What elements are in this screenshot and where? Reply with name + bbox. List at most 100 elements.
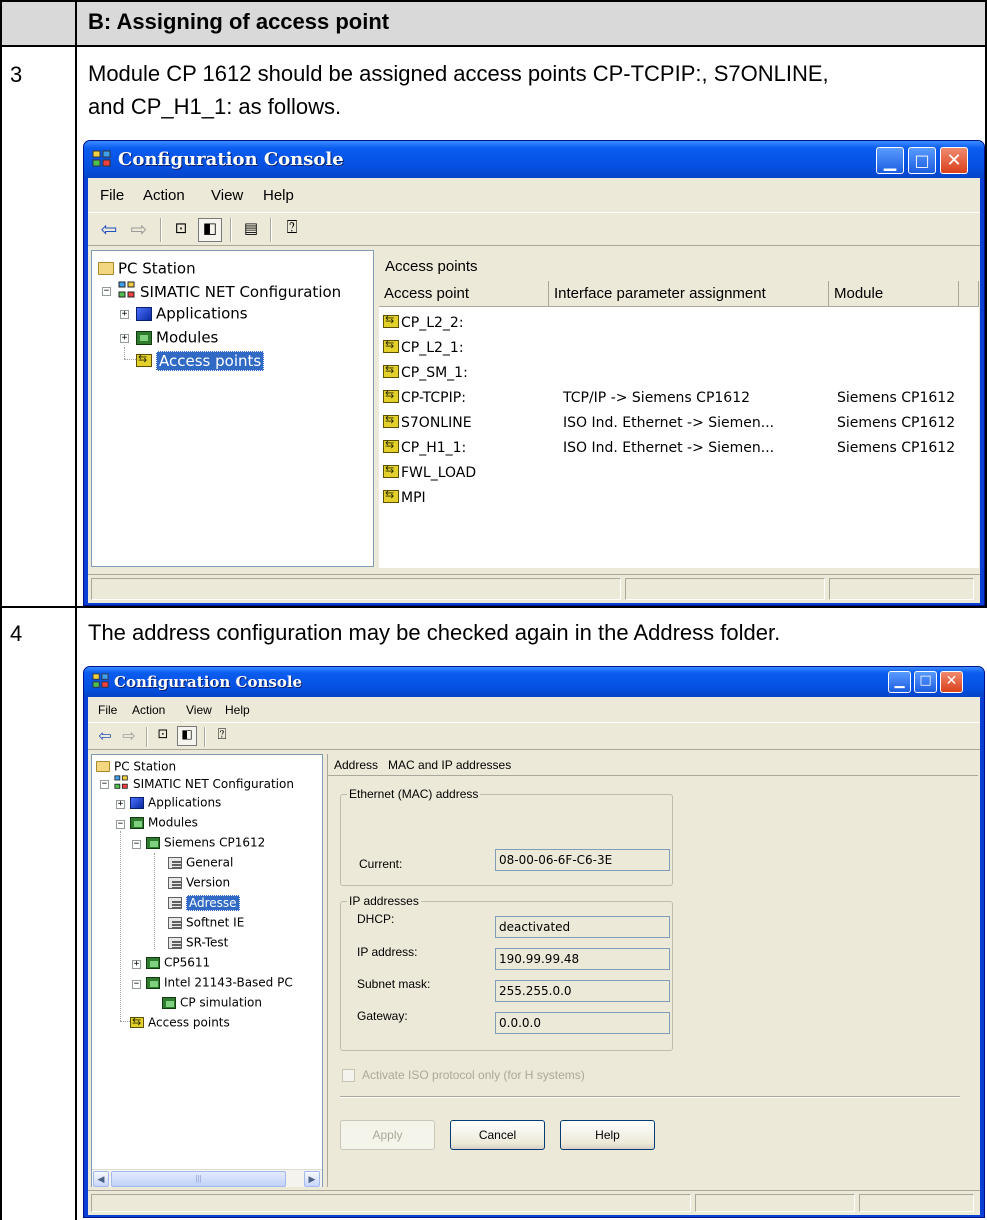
menu-action[interactable]: Action (132, 703, 165, 717)
menu-bar: File Action View Help (88, 178, 980, 210)
access-point-name: CP_SM_1: (401, 365, 468, 381)
subnet-mask-label: Subnet mask: (357, 977, 431, 991)
show-tree-icon[interactable]: ◧ (177, 726, 197, 746)
property-page-icon (168, 896, 182, 909)
dhcp-field[interactable]: deactivated (495, 916, 670, 938)
tree-item-adresse[interactable]: Adresse (168, 894, 240, 911)
column-header-access-point[interactable]: Access point (379, 281, 549, 307)
iso-protocol-checkbox[interactable] (342, 1069, 355, 1082)
close-button[interactable]: ✕ (940, 147, 968, 174)
tree-item-softnet-ie[interactable]: Softnet IE (168, 915, 244, 930)
tree-label: Access points (156, 350, 265, 371)
table-row[interactable]: CP_L2_2: (383, 313, 973, 335)
forward-arrow-icon[interactable]: ⇨ (128, 217, 150, 241)
back-arrow-icon[interactable]: ⇦ (98, 217, 120, 241)
help-button[interactable]: Help (560, 1120, 655, 1150)
help-icon[interactable]: ⍰ (212, 725, 232, 745)
tree-item-simatic-net-configuration[interactable]: SIMATIC NET Configuration (114, 775, 294, 793)
collapse-toggle[interactable]: − (132, 980, 141, 989)
access-point-name: MPI (401, 490, 426, 506)
tree-item-applications[interactable]: Applications (136, 304, 248, 323)
subnet-mask-field[interactable]: 255.255.0.0 (495, 980, 670, 1002)
tree-item-applications[interactable]: Applications (130, 795, 221, 810)
window-client: File Action View Help ⇦ ⇨ ⊡ ◧ ⍰ PC Stati… (88, 697, 980, 1215)
scroll-left-icon[interactable]: ◀ (93, 1171, 109, 1187)
minimize-button[interactable]: ▁ (888, 671, 911, 693)
export-list-icon[interactable]: ▤ (240, 219, 262, 241)
tree-item-cp5611[interactable]: CP5611 (146, 955, 210, 970)
scrollbar-thumb[interactable]: ||| (111, 1171, 286, 1187)
help-icon[interactable]: ⍰ (280, 217, 304, 241)
tree-item-siemens-cp1612[interactable]: Siemens CP1612 (146, 835, 265, 850)
status-cell (91, 1194, 691, 1212)
forward-arrow-icon[interactable]: ⇨ (120, 726, 138, 745)
close-button[interactable]: ✕ (940, 671, 963, 693)
table-row[interactable]: MPI (383, 488, 973, 510)
column-header-module[interactable]: Module (829, 281, 959, 307)
ip-addresses-group: IP addresses DHCP: deactivated IP addres… (340, 894, 673, 1051)
up-folder-icon[interactable]: ⊡ (154, 727, 172, 745)
maximize-button[interactable]: □ (908, 147, 936, 174)
tree-item-access-points[interactable]: Access points (136, 350, 265, 371)
title-bar[interactable]: Configuration Console ▁ □ ✕ (84, 141, 984, 178)
up-folder-icon[interactable]: ⊡ (170, 219, 192, 241)
tree-item-modules[interactable]: Modules (136, 328, 218, 347)
table-row[interactable]: FWL_LOAD (383, 463, 973, 485)
ip-address-field[interactable]: 190.99.99.48 (495, 948, 670, 970)
tree-label: Applications (148, 795, 222, 810)
group-title: IP addresses (347, 894, 421, 908)
tree-item-version[interactable]: Version (168, 875, 230, 890)
gateway-field[interactable]: 0.0.0.0 (495, 1012, 670, 1034)
tree-item-pc-station[interactable]: PC Station (98, 259, 196, 278)
tree-item-cp-simulation[interactable]: CP simulation (162, 995, 262, 1010)
module-icon (146, 976, 160, 989)
table-row[interactable]: CP_H1_1: ISO Ind. Ethernet -> Siemen... Si… (383, 438, 973, 460)
tree-connector (154, 853, 155, 949)
menu-view[interactable]: View (186, 703, 212, 717)
title-bar[interactable]: Configuration Console ▁ □ ✕ (84, 667, 984, 697)
menu-view[interactable]: View (211, 187, 243, 204)
maximize-button[interactable]: □ (914, 671, 937, 693)
table-row[interactable]: S7ONLINE ISO Ind. Ethernet -> Siemen... Si… (383, 413, 973, 435)
group-title: Ethernet (MAC) address (347, 787, 481, 801)
table-row[interactable]: CP_L2_1: (383, 338, 973, 360)
collapse-toggle[interactable]: − (116, 820, 125, 829)
expand-toggle[interactable]: + (120, 334, 129, 343)
applications-icon (130, 796, 144, 809)
tree-item-pc-station[interactable]: PC Station (96, 759, 176, 774)
tree-item-modules[interactable]: Modules (130, 815, 198, 830)
expand-toggle[interactable]: + (120, 310, 129, 319)
horizontal-scrollbar[interactable]: ◀ ||| ▶ (92, 1169, 322, 1187)
tree-item-intel-21143[interactable]: Intel 21143-Based PC (146, 975, 293, 990)
apply-button[interactable]: Apply (340, 1120, 435, 1150)
menu-help[interactable]: Help (263, 187, 294, 204)
configuration-console-window: Configuration Console ▁ □ ✕ File Action … (83, 140, 985, 606)
tree-item-simatic-net-configuration[interactable]: SIMATIC NET Configuration (118, 281, 341, 303)
collapse-toggle[interactable]: − (100, 780, 109, 789)
menu-file[interactable]: File (100, 187, 124, 204)
table-row[interactable]: CP-TCPIP: TCP/IP -> Siemens CP1612 Siemens… (383, 388, 973, 410)
access-point-icon (383, 463, 399, 478)
grid-line (0, 45, 987, 47)
access-point-icon (383, 413, 399, 428)
expand-toggle[interactable]: + (116, 800, 125, 809)
collapse-toggle[interactable]: − (102, 287, 111, 296)
back-arrow-icon[interactable]: ⇦ (96, 726, 114, 745)
tree-item-sr-test[interactable]: SR-Test (168, 935, 228, 950)
mac-current-field[interactable]: 08-00-06-6F-C6-3E (495, 849, 670, 871)
access-point-icon (130, 1015, 144, 1028)
show-tree-icon[interactable]: ◧ (198, 218, 222, 242)
minimize-button[interactable]: ▁ (876, 147, 904, 174)
tree-item-general[interactable]: General (168, 855, 233, 870)
menu-file[interactable]: File (98, 703, 117, 717)
tree-item-access-points[interactable]: Access points (130, 1015, 230, 1030)
toolbar: ⇦ ⇨ ⊡ ◧ ▤ ⍰ (88, 212, 980, 246)
column-header-interface[interactable]: Interface parameter assignment (549, 281, 829, 307)
menu-action[interactable]: Action (143, 187, 185, 204)
collapse-toggle[interactable]: − (132, 840, 141, 849)
cancel-button[interactable]: Cancel (450, 1120, 545, 1150)
menu-help[interactable]: Help (225, 703, 250, 717)
scroll-right-icon[interactable]: ▶ (304, 1171, 320, 1187)
expand-toggle[interactable]: + (132, 960, 141, 969)
table-row[interactable]: CP_SM_1: (383, 363, 973, 385)
